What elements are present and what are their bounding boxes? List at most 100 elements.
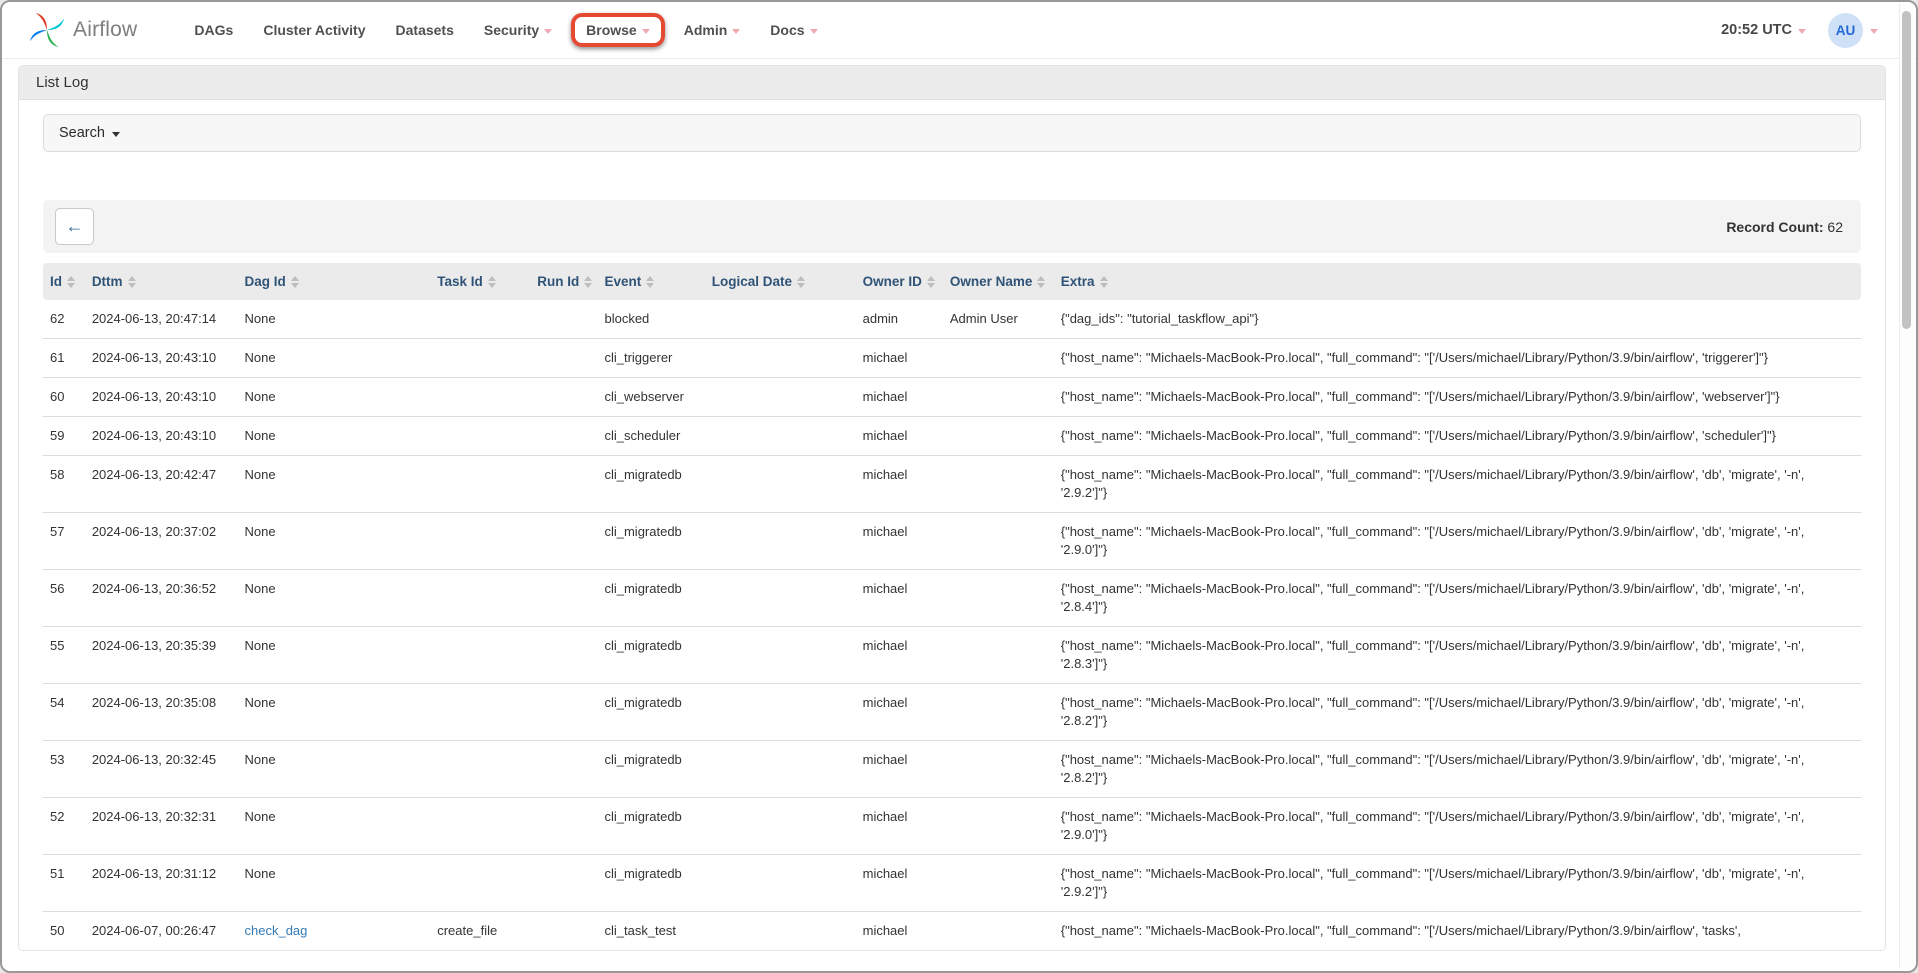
- table-row: 612024-06-13, 20:43:10Nonecli_triggererm…: [43, 339, 1861, 378]
- column-header-task-id[interactable]: Task Id: [430, 263, 530, 300]
- cell-id: 52: [43, 798, 85, 855]
- sort-icon[interactable]: [927, 276, 935, 288]
- cell-dag-id: None: [238, 378, 431, 417]
- cell-id: 62: [43, 300, 85, 339]
- sort-icon[interactable]: [128, 276, 136, 288]
- chevron-down-icon: [1798, 29, 1806, 34]
- cell-run-id: [530, 855, 597, 912]
- column-header-owner-name[interactable]: Owner Name: [943, 263, 1054, 300]
- clock-label: 20:52 UTC: [1721, 22, 1792, 38]
- cell-dag-id: None: [238, 456, 431, 513]
- cell-id: 58: [43, 456, 85, 513]
- cell-dttm: 2024-06-13, 20:32:31: [85, 798, 238, 855]
- user-menu[interactable]: AU: [1828, 13, 1878, 48]
- sort-icon[interactable]: [1037, 276, 1045, 288]
- sort-icon[interactable]: [1100, 276, 1108, 288]
- table-row: 622024-06-13, 20:47:14NoneblockedadminAd…: [43, 300, 1861, 339]
- cell-run-id: [530, 417, 597, 456]
- cell-logical-date: [705, 855, 856, 912]
- search-dropdown[interactable]: Search: [43, 114, 1861, 152]
- column-header-run-id[interactable]: Run Id: [530, 263, 597, 300]
- sort-icon[interactable]: [67, 276, 75, 288]
- search-label: Search: [59, 125, 105, 141]
- cell-id: 55: [43, 627, 85, 684]
- cell-owner-name: [943, 627, 1054, 684]
- cell-run-id: [530, 912, 597, 951]
- cell-dag-id: None: [238, 684, 431, 741]
- cell-logical-date: [705, 417, 856, 456]
- nav-item-label: Cluster Activity: [263, 22, 365, 38]
- cell-id: 60: [43, 378, 85, 417]
- cell-owner-id: michael: [856, 339, 943, 378]
- cell-task-id: [430, 378, 530, 417]
- nav-item-dags[interactable]: DAGs: [179, 13, 248, 47]
- cell-extra: {"dag_ids": "tutorial_taskflow_api"}: [1054, 300, 1861, 339]
- column-header-label: Owner ID: [863, 274, 922, 289]
- sort-icon[interactable]: [488, 276, 496, 288]
- column-header-owner-id[interactable]: Owner ID: [856, 263, 943, 300]
- log-table-head: IdDttmDag IdTask IdRun IdEventLogical Da…: [43, 263, 1861, 300]
- table-row: 592024-06-13, 20:43:10Nonecli_schedulerm…: [43, 417, 1861, 456]
- cell-task-id: [430, 339, 530, 378]
- table-row: 542024-06-13, 20:35:08Nonecli_migratedbm…: [43, 684, 1861, 741]
- cell-extra: {"host_name": "Michaels-MacBook-Pro.loca…: [1054, 417, 1861, 456]
- sort-icon[interactable]: [646, 276, 654, 288]
- nav-item-cluster-activity[interactable]: Cluster Activity: [248, 13, 380, 47]
- cell-task-id: [430, 513, 530, 570]
- column-header-extra[interactable]: Extra: [1054, 263, 1861, 300]
- utc-clock-dropdown[interactable]: 20:52 UTC: [1721, 22, 1806, 38]
- cell-id: 57: [43, 513, 85, 570]
- cell-task-id: create_file: [430, 912, 530, 951]
- cell-owner-name: [943, 456, 1054, 513]
- cell-owner-name: [943, 684, 1054, 741]
- cell-event: cli_scheduler: [597, 417, 704, 456]
- cell-extra: {"host_name": "Michaels-MacBook-Pro.loca…: [1054, 798, 1861, 855]
- column-header-event[interactable]: Event: [597, 263, 704, 300]
- sort-icon[interactable]: [584, 276, 592, 288]
- column-header-logical-date[interactable]: Logical Date: [705, 263, 856, 300]
- cell-dag-id: None: [238, 339, 431, 378]
- back-button[interactable]: ←: [55, 208, 94, 245]
- cell-run-id: [530, 684, 597, 741]
- cell-run-id: [530, 378, 597, 417]
- nav-item-label: Security: [484, 22, 539, 38]
- cell-id: 54: [43, 684, 85, 741]
- column-header-label: Owner Name: [950, 274, 1033, 289]
- cell-dttm: 2024-06-13, 20:36:52: [85, 570, 238, 627]
- nav-item-docs[interactable]: Docs: [755, 13, 832, 47]
- log-table: IdDttmDag IdTask IdRun IdEventLogical Da…: [43, 263, 1861, 950]
- sort-icon[interactable]: [797, 276, 805, 288]
- cell-id: 53: [43, 741, 85, 798]
- cell-logical-date: [705, 513, 856, 570]
- sort-icon[interactable]: [291, 276, 299, 288]
- vertical-scrollbar-thumb[interactable]: [1902, 11, 1911, 329]
- dag-link[interactable]: check_dag: [245, 923, 308, 938]
- cell-dag-id: check_dag: [238, 912, 431, 951]
- table-row: 562024-06-13, 20:36:52Nonecli_migratedbm…: [43, 570, 1861, 627]
- airflow-brand[interactable]: Airflow: [28, 11, 137, 49]
- panel-body: Search ← Record Count: 62 IdDttmDag IdTa…: [19, 100, 1885, 950]
- cell-owner-name: [943, 339, 1054, 378]
- cell-owner-name: [943, 378, 1054, 417]
- cell-extra: {"host_name": "Michaels-MacBook-Pro.loca…: [1054, 855, 1861, 912]
- nav-item-browse[interactable]: Browse: [571, 13, 665, 47]
- column-header-dttm[interactable]: Dttm: [85, 263, 238, 300]
- cell-task-id: [430, 798, 530, 855]
- cell-task-id: [430, 300, 530, 339]
- cell-event: cli_migratedb: [597, 627, 704, 684]
- cell-logical-date: [705, 912, 856, 951]
- nav-item-security[interactable]: Security: [469, 13, 567, 47]
- cell-owner-id: admin: [856, 300, 943, 339]
- vertical-scrollbar-track[interactable]: [1899, 4, 1914, 969]
- column-header-id[interactable]: Id: [43, 263, 85, 300]
- cell-logical-date: [705, 570, 856, 627]
- nav-item-admin[interactable]: Admin: [669, 13, 756, 47]
- cell-logical-date: [705, 339, 856, 378]
- nav-item-datasets[interactable]: Datasets: [381, 13, 469, 47]
- column-header-dag-id[interactable]: Dag Id: [238, 263, 431, 300]
- brand-label: Airflow: [73, 18, 137, 42]
- top-navbar: Airflow DAGs Cluster Activity Datasets Secu…: [2, 2, 1916, 59]
- cell-event: cli_migratedb: [597, 855, 704, 912]
- cell-id: 50: [43, 912, 85, 951]
- cell-extra: {"host_name": "Michaels-MacBook-Pro.loca…: [1054, 456, 1861, 513]
